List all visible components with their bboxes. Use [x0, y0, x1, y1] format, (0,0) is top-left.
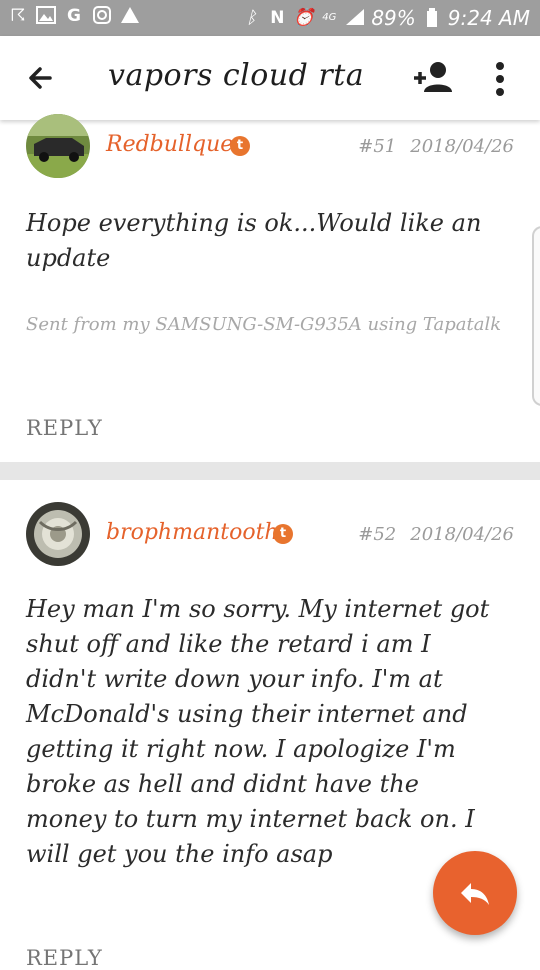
status-bar: ☈ G ᛒ N ⏰ 4G 89% 9:24 AM — [0, 0, 540, 36]
post-number: #52 — [358, 524, 397, 545]
image-icon — [36, 6, 56, 26]
back-arrow-icon — [29, 67, 52, 89]
page-title: vapors cloud rta — [108, 58, 365, 93]
reply-icon — [461, 883, 489, 905]
avatar[interactable] — [26, 114, 90, 178]
battery-percent: 89% — [371, 6, 416, 30]
more-vert-icon — [496, 62, 504, 96]
avatar[interactable] — [26, 502, 90, 566]
system-status: ᛒ N ⏰ 4G 89% 9:24 AM — [241, 6, 530, 30]
usb-icon: ☈ — [10, 6, 26, 26]
more-options-button[interactable] — [486, 56, 514, 102]
reply-button[interactable]: REPLY — [26, 946, 103, 970]
lte-icon: 4G — [322, 12, 337, 23]
post-body: Hope everything is ok...Would like an up… — [26, 209, 482, 272]
google-icon: G — [67, 6, 81, 26]
nfc-icon: N — [270, 8, 285, 28]
tapatalk-badge: t — [273, 524, 293, 544]
post-number: #51 — [358, 136, 397, 157]
warning-icon — [120, 6, 140, 26]
post-date: 2018/04/26 — [410, 524, 514, 545]
username[interactable]: brophmantooth — [106, 520, 279, 545]
post-signature: Sent from my SAMSUNG-SM-G935A using Tapa… — [26, 314, 502, 335]
reply-fab[interactable] — [433, 851, 517, 935]
back-button[interactable] — [20, 56, 64, 100]
post-divider — [0, 462, 540, 480]
clock: 9:24 AM — [447, 6, 530, 30]
bluetooth-icon: ᛒ — [246, 8, 257, 28]
scroll-handle[interactable] — [532, 226, 540, 406]
notification-icons: ☈ G — [8, 6, 140, 26]
username[interactable]: Redbullque — [106, 132, 233, 157]
add-user-button[interactable] — [410, 58, 456, 98]
post-date: 2018/04/26 — [410, 136, 514, 157]
battery-icon — [422, 8, 442, 28]
instagram-icon — [92, 6, 112, 26]
alarm-icon: ⏰ — [293, 8, 315, 28]
post-body: Hey man I'm so sorry. My internet got sh… — [26, 595, 490, 868]
signal-icon — [345, 8, 365, 28]
app-bar: vapors cloud rta — [0, 36, 540, 120]
post-meta: #51 2018/04/26 — [358, 136, 514, 157]
add-user-icon — [414, 62, 452, 92]
post-meta: #52 2018/04/26 — [358, 524, 514, 545]
tapatalk-badge: t — [230, 136, 250, 156]
reply-button[interactable]: REPLY — [26, 416, 103, 440]
